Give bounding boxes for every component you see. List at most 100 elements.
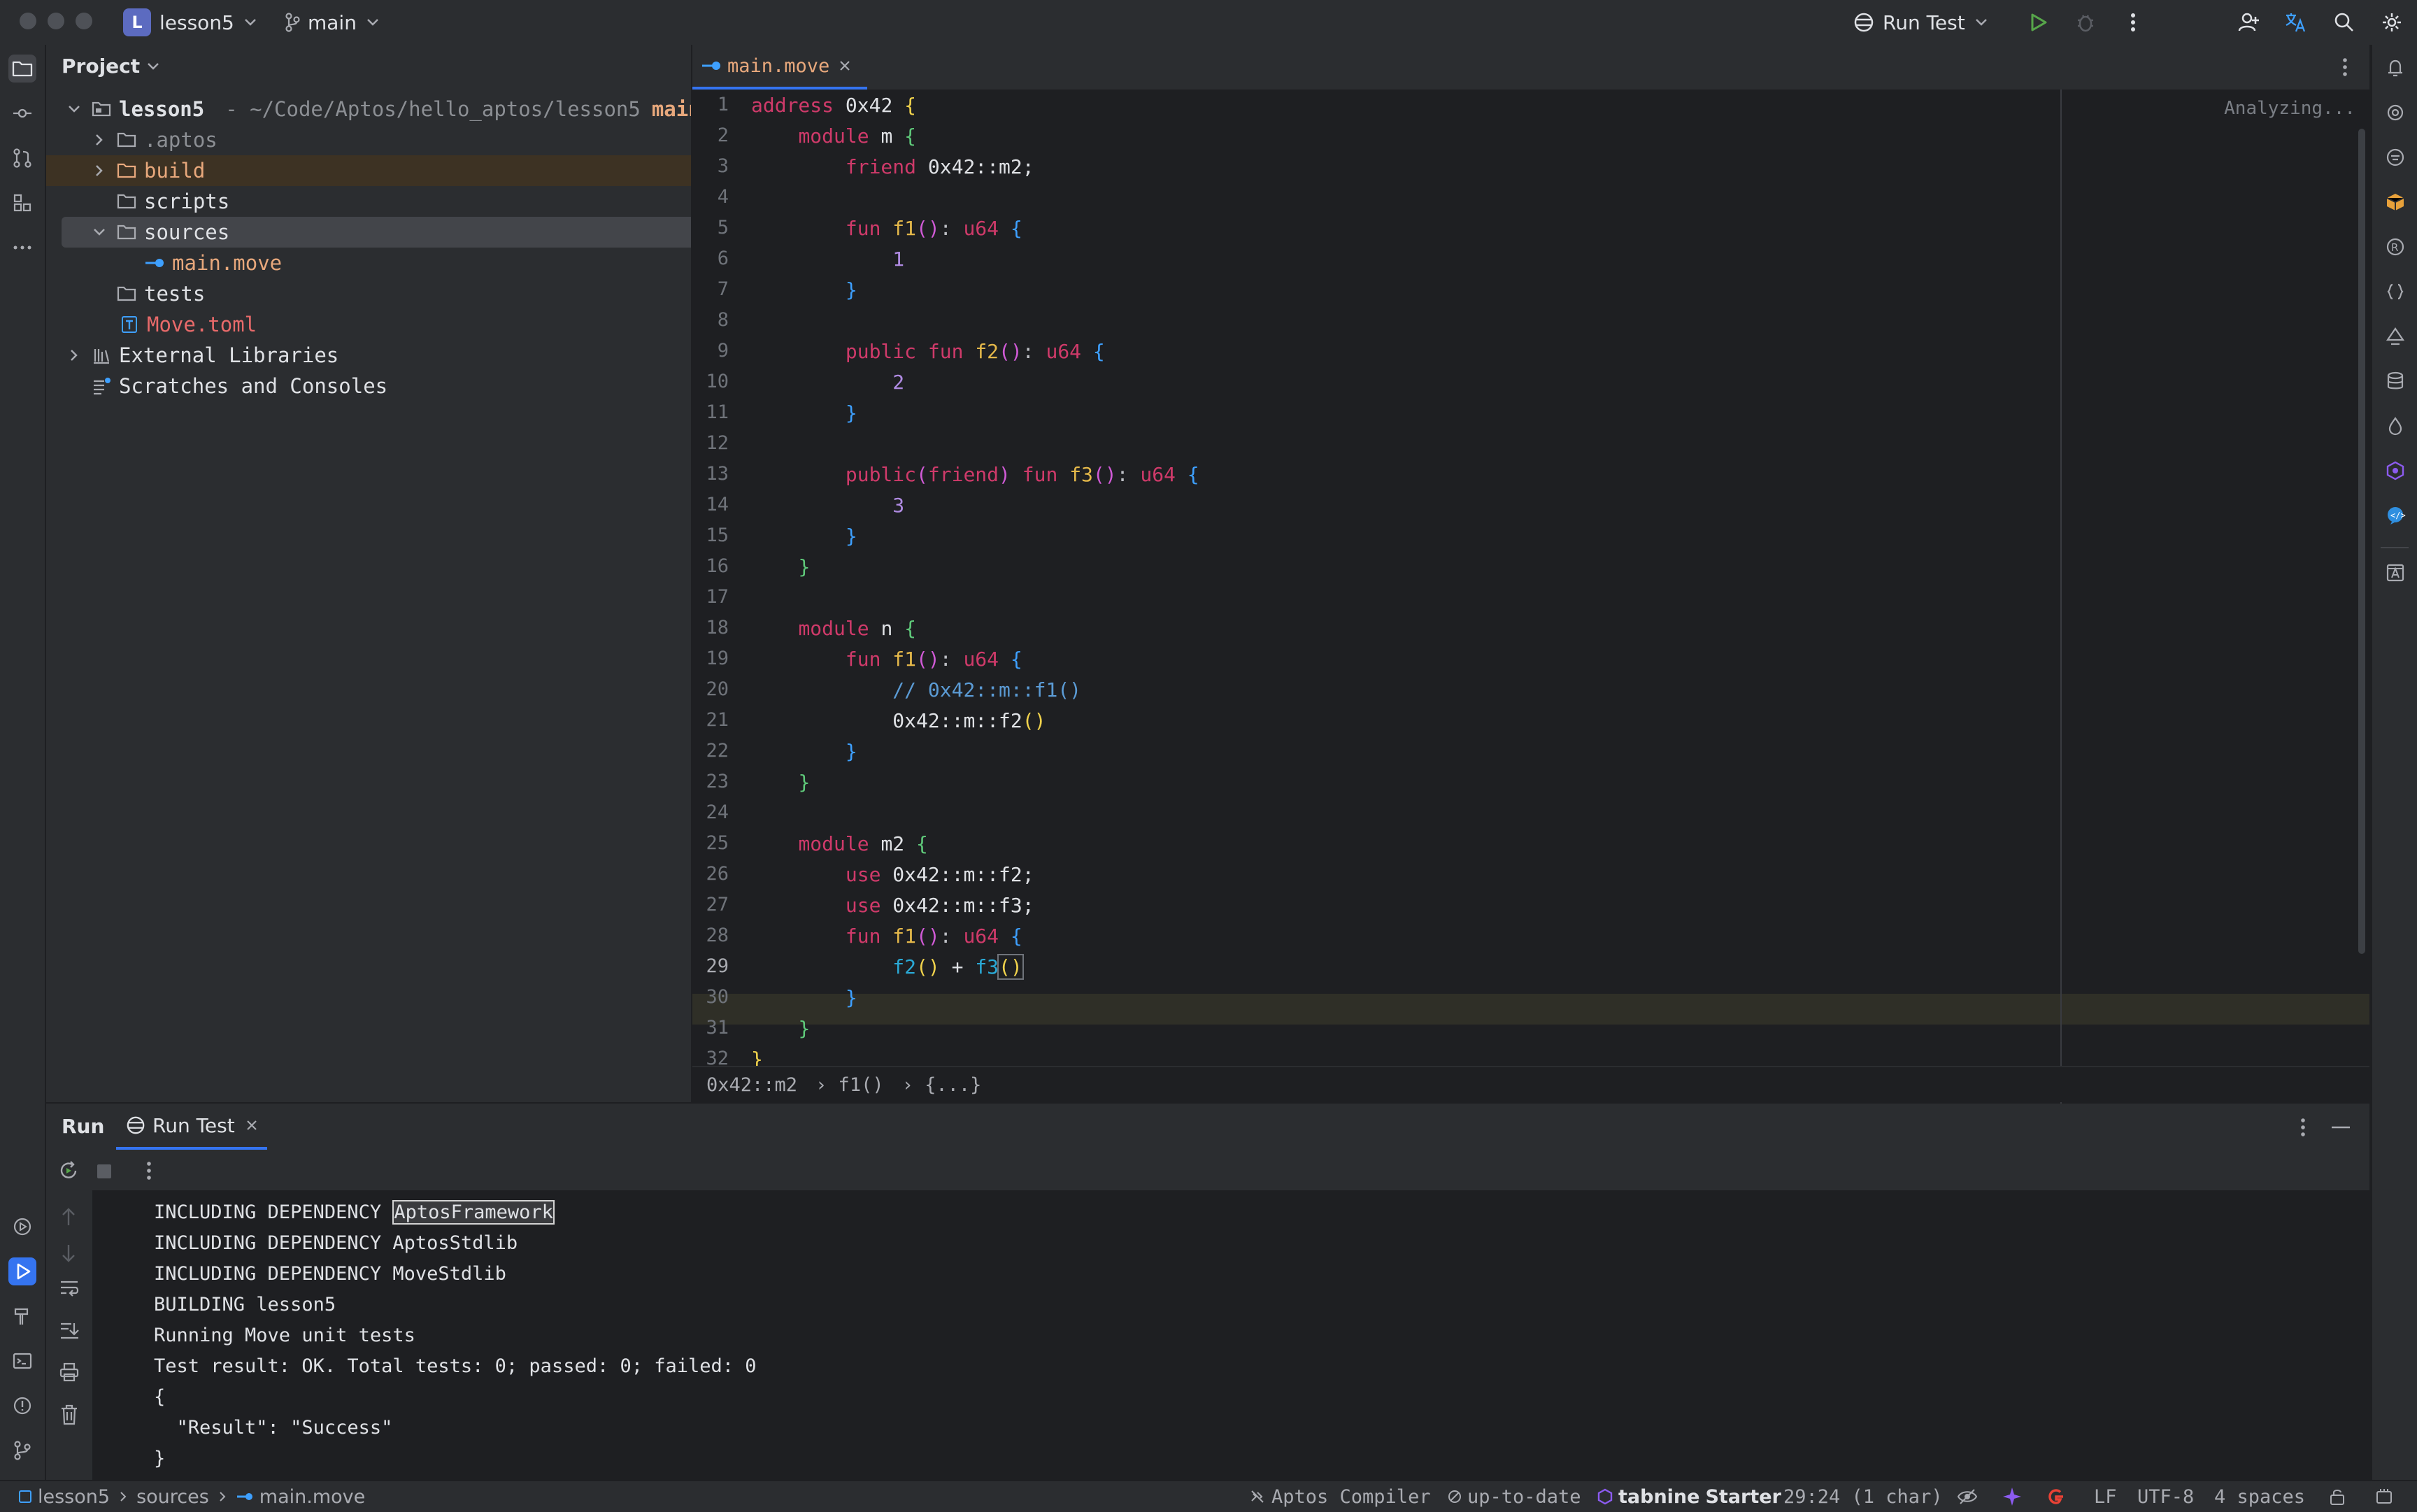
ai-star-icon[interactable] — [2002, 1481, 2023, 1512]
git-icon[interactable] — [8, 1436, 36, 1464]
json-braces-icon[interactable] — [2382, 278, 2409, 305]
chevron-right-icon[interactable] — [90, 161, 109, 180]
pull-requests-icon[interactable] — [8, 144, 36, 172]
code-line[interactable]: friend 0x42::m2; — [751, 155, 1034, 178]
status-path-item[interactable]: sources — [136, 1486, 209, 1508]
tabnine-widget[interactable]: tabnine Starter — [1597, 1481, 1781, 1512]
code-line[interactable]: module m2 { — [751, 832, 927, 855]
add-user-icon[interactable] — [2237, 10, 2262, 35]
code-line[interactable]: public(friend) fun f3(): u64 { — [751, 463, 1199, 486]
tree-row-aptos[interactable]: .aptos — [46, 124, 691, 155]
line-number[interactable]: 12 — [692, 432, 729, 454]
line-number[interactable]: 9 — [692, 340, 729, 362]
debug-icon[interactable] — [2073, 10, 2098, 35]
run-icon[interactable] — [2025, 10, 2051, 35]
translate-icon[interactable] — [2283, 10, 2308, 35]
zoom-window-button[interactable] — [76, 13, 92, 29]
tree-row-root[interactable]: lesson5 - ~/Code/Aptos/hello_aptos/lesso… — [46, 94, 691, 124]
tab-run-test[interactable]: Run Test — [116, 1104, 267, 1150]
ai-assistant-icon[interactable] — [2382, 99, 2409, 126]
terminal-icon[interactable] — [8, 1347, 36, 1375]
line-number[interactable]: 22 — [692, 740, 729, 762]
line-number[interactable]: 25 — [692, 832, 729, 854]
compiler-widget[interactable]: Aptos Compiler — [1249, 1481, 1431, 1512]
line-number[interactable]: 19 — [692, 648, 729, 669]
status-path-item[interactable]: main.move — [259, 1486, 365, 1508]
print-icon[interactable] — [59, 1362, 80, 1382]
caret-position[interactable]: 29:24 (1 char) — [1783, 1481, 1943, 1512]
project-switcher[interactable]: L lesson5 — [123, 0, 257, 45]
line-separator[interactable]: LF — [2094, 1481, 2117, 1512]
scroll-up-arrow-icon[interactable] — [60, 1207, 77, 1227]
google-icon[interactable] — [2046, 1481, 2066, 1512]
scroll-down-arrow-icon[interactable] — [60, 1243, 77, 1263]
services-icon[interactable] — [8, 1213, 36, 1241]
line-number[interactable]: 10 — [692, 371, 729, 392]
tree-row-main-move[interactable]: main.move — [46, 248, 691, 278]
line-number[interactable]: 28 — [692, 925, 729, 946]
plugin-cube-icon[interactable] — [2382, 189, 2409, 215]
tree-row-scratches[interactable]: Scratches and Consoles — [46, 371, 691, 401]
project-panel-header[interactable]: Project — [62, 55, 159, 78]
code-line[interactable]: } — [751, 525, 857, 548]
drop-icon[interactable] — [2382, 413, 2409, 439]
editor-scrollbar[interactable] — [2358, 129, 2365, 954]
code-line[interactable]: 3 — [751, 494, 904, 517]
chevron-right-icon[interactable] — [64, 345, 84, 365]
line-number[interactable]: 6 — [692, 248, 729, 269]
code-line[interactable]: fun f1(): u64 { — [751, 648, 1022, 671]
run-config-selector[interactable]: Run Test — [1853, 0, 1988, 45]
settings-gear-icon[interactable] — [2379, 10, 2404, 35]
line-number[interactable]: 8 — [692, 309, 729, 331]
code-line[interactable]: } — [751, 771, 810, 794]
line-number[interactable]: 30 — [692, 986, 729, 1008]
tree-row-external-libraries[interactable]: External Libraries — [46, 340, 691, 371]
tree-row-tests[interactable]: tests — [46, 278, 691, 309]
stop-icon[interactable] — [97, 1164, 112, 1179]
line-number[interactable]: 26 — [692, 863, 729, 885]
tree-row-move-toml[interactable]: Move.toml — [46, 309, 691, 340]
line-number[interactable]: 20 — [692, 678, 729, 700]
clear-trash-icon[interactable] — [60, 1404, 78, 1425]
line-number[interactable]: 27 — [692, 894, 729, 915]
more-actions-icon[interactable] — [2120, 10, 2146, 35]
chat-bubble-icon[interactable]: </> — [2382, 502, 2409, 529]
code-line[interactable]: } — [751, 740, 857, 763]
tab-options-icon[interactable] — [2341, 57, 2348, 77]
database-icon[interactable] — [2382, 368, 2409, 394]
breadcrumb-item[interactable]: 0x42::m2 — [706, 1074, 797, 1096]
run-tool-icon[interactable] — [8, 1257, 36, 1285]
chevron-right-icon[interactable] — [90, 130, 109, 150]
file-encoding[interactable]: UTF-8 — [2137, 1481, 2194, 1512]
code-line[interactable]: fun f1(): u64 { — [751, 217, 1022, 240]
indent-settings[interactable]: 4 spaces — [2214, 1481, 2305, 1512]
font-style-icon[interactable] — [2382, 559, 2409, 586]
lock-icon[interactable] — [2329, 1481, 2346, 1512]
line-number[interactable]: 21 — [692, 709, 729, 731]
line-number[interactable]: 4 — [692, 186, 729, 208]
problems-icon[interactable] — [8, 1392, 36, 1420]
breadcrumb-item[interactable]: › {...} — [902, 1074, 982, 1096]
scroll-to-end-icon[interactable] — [59, 1320, 80, 1340]
code-line[interactable]: public fun f2(): u64 { — [751, 340, 1105, 363]
panel-options-icon[interactable] — [2300, 1118, 2307, 1137]
chevron-down-icon[interactable] — [64, 99, 84, 119]
close-icon[interactable] — [246, 1120, 257, 1131]
line-number[interactable]: 31 — [692, 1017, 729, 1039]
hexagon-plugin-icon[interactable] — [2382, 457, 2409, 484]
search-icon[interactable] — [2332, 10, 2357, 35]
rest-client-icon[interactable]: R — [2382, 234, 2409, 260]
console-output[interactable]: INCLUDING DEPENDENCY AptosFramework INCL… — [92, 1190, 2369, 1480]
tree-row-build[interactable]: build — [46, 155, 691, 186]
commit-icon[interactable] — [8, 99, 36, 127]
code-line[interactable]: // 0x42::m::f1() — [751, 678, 1081, 701]
close-window-button[interactable] — [20, 13, 36, 29]
inspections-eye-icon[interactable] — [1957, 1481, 1978, 1512]
line-number[interactable]: 3 — [692, 155, 729, 177]
code-line[interactable]: fun f1(): u64 { — [751, 925, 1022, 948]
code-line[interactable]: 2 — [751, 371, 904, 394]
line-number[interactable]: 14 — [692, 494, 729, 515]
code-line[interactable]: } — [751, 1017, 810, 1040]
line-number[interactable]: 16 — [692, 555, 729, 577]
line-number[interactable]: 17 — [692, 586, 729, 608]
